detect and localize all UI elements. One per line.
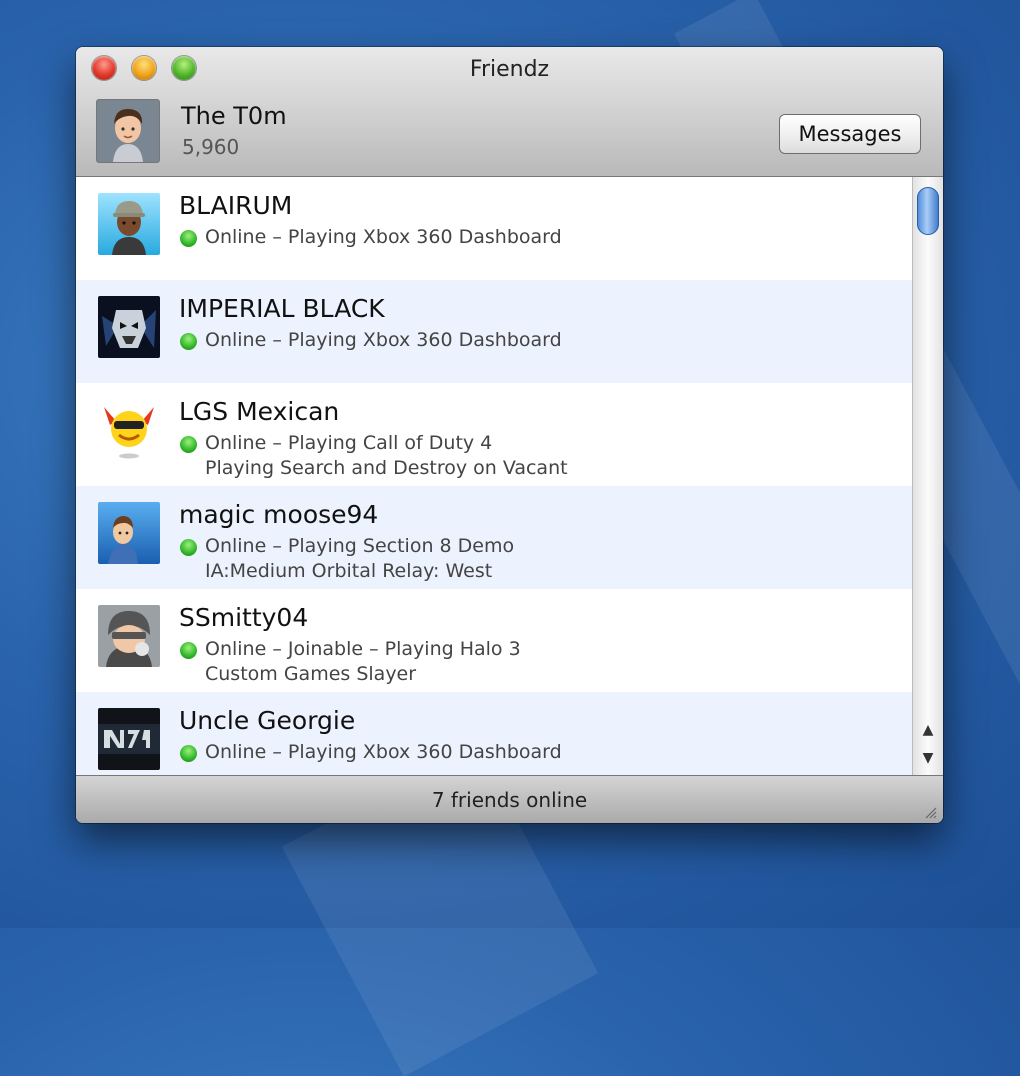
friends-online-count: 7 friends online bbox=[431, 788, 588, 812]
friend-activity: Playing Search and Destroy on Vacant bbox=[205, 457, 568, 479]
friend-status: Online – Playing Xbox 360 Dashboard bbox=[205, 226, 562, 248]
friend-status: Online – Joinable – Playing Halo 3 bbox=[205, 638, 521, 660]
online-dot-icon bbox=[180, 539, 197, 556]
friend-activity: IA:Medium Orbital Relay: West bbox=[205, 560, 493, 582]
friend-name: SSmitty04 bbox=[179, 603, 309, 632]
friend-name: IMPERIAL BLACK bbox=[179, 294, 385, 323]
friend-name: LGS Mexican bbox=[179, 397, 340, 426]
friend-status: Online – Playing Xbox 360 Dashboard bbox=[205, 329, 562, 351]
friend-row[interactable]: IMPERIAL BLACK Online – Playing Xbox 360… bbox=[76, 280, 912, 383]
friend-status: Online – Playing Call of Duty 4 bbox=[205, 432, 493, 454]
friend-row[interactable]: LGS Mexican Online – Playing Call of Dut… bbox=[76, 383, 912, 486]
friend-name: Uncle Georgie bbox=[179, 706, 356, 735]
online-dot-icon bbox=[180, 230, 197, 247]
friend-avatar bbox=[98, 502, 160, 564]
profile-gamerscore: 5,960 bbox=[182, 135, 240, 159]
arrow-up-icon[interactable]: ▲ bbox=[913, 717, 943, 743]
friend-activity: Custom Games Slayer bbox=[205, 663, 417, 685]
friends-scrollbar[interactable]: ▲ ▼ bbox=[912, 177, 943, 775]
friendz-window: Friendz The T0m 5,960 Messages BLAIRUM O… bbox=[76, 47, 943, 823]
friend-avatar bbox=[98, 399, 160, 461]
friend-status: Online – Playing Xbox 360 Dashboard bbox=[205, 741, 562, 763]
friend-row[interactable]: Uncle Georgie Online – Playing Xbox 360 … bbox=[76, 692, 912, 775]
friend-name: BLAIRUM bbox=[179, 191, 293, 220]
arrow-down-icon[interactable]: ▼ bbox=[913, 745, 943, 771]
friends-list: BLAIRUM Online – Playing Xbox 360 Dashbo… bbox=[76, 177, 912, 775]
online-dot-icon bbox=[180, 745, 197, 762]
title-bar[interactable]: Friendz The T0m 5,960 Messages bbox=[76, 47, 943, 177]
status-bar: 7 friends online bbox=[76, 775, 943, 823]
resize-grip-icon[interactable] bbox=[921, 803, 937, 819]
friend-name: magic moose94 bbox=[179, 500, 379, 529]
profile-avatar bbox=[96, 99, 160, 163]
friend-avatar bbox=[98, 296, 160, 358]
friend-status: Online – Playing Section 8 Demo bbox=[205, 535, 515, 557]
profile-gamertag: The T0m bbox=[181, 102, 287, 130]
scroll-thumb[interactable] bbox=[917, 187, 939, 235]
friend-avatar bbox=[98, 708, 160, 770]
online-dot-icon bbox=[180, 642, 197, 659]
friend-avatar bbox=[98, 605, 160, 667]
friend-avatar bbox=[98, 193, 160, 255]
online-dot-icon bbox=[180, 333, 197, 350]
friend-row[interactable]: SSmitty04 Online – Joinable – Playing Ha… bbox=[76, 589, 912, 692]
friend-row[interactable]: BLAIRUM Online – Playing Xbox 360 Dashbo… bbox=[76, 177, 912, 280]
messages-button[interactable]: Messages bbox=[779, 114, 921, 154]
friend-row[interactable]: magic moose94 Online – Playing Section 8… bbox=[76, 486, 912, 589]
window-title: Friendz bbox=[469, 57, 550, 82]
online-dot-icon bbox=[180, 436, 197, 453]
